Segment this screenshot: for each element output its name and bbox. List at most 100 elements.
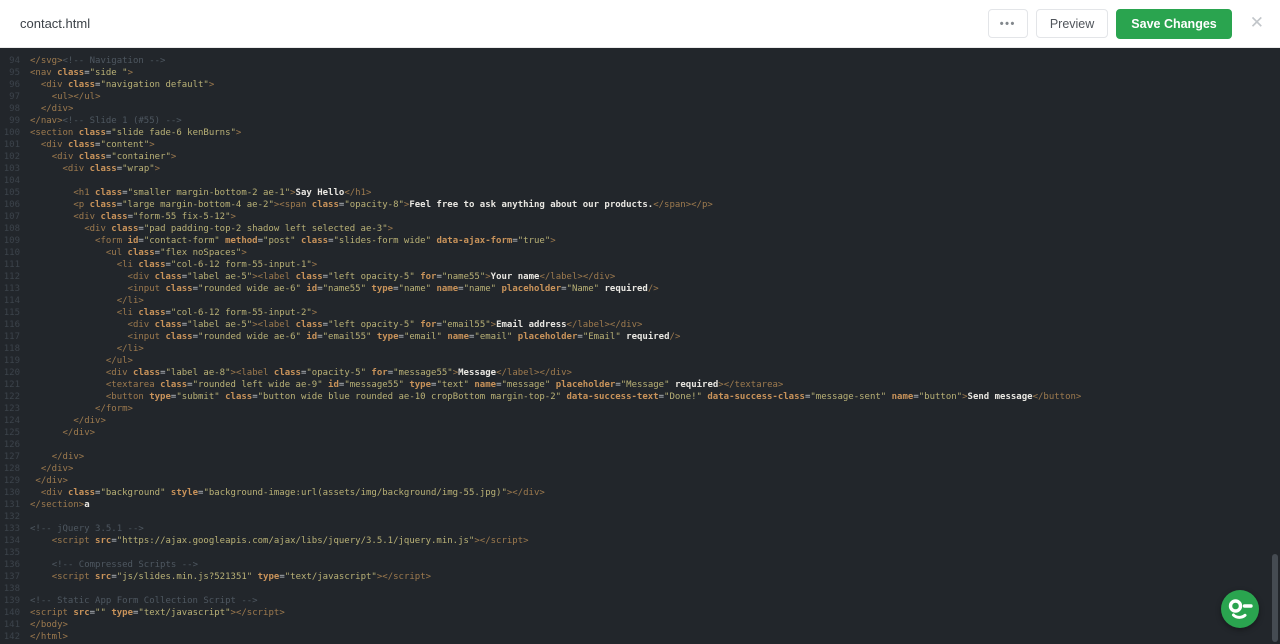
code-text: <ul class="flex noSpaces">	[30, 247, 247, 259]
line-number: 141	[0, 619, 20, 631]
code-line: 109 <form id="contact-form" method="post…	[0, 235, 1280, 247]
code-text: <div class="wrap">	[30, 163, 160, 175]
code-text: </div>	[30, 451, 84, 463]
line-number: 100	[0, 127, 20, 139]
code-text: <!-- Static App Form Collection Script -…	[30, 595, 258, 607]
code-line: 127 </div>	[0, 451, 1280, 463]
code-line: 99</nav><!-- Slide 1 (#55) -->	[0, 115, 1280, 127]
code-line: 140 <script src="" type="text/javascript"…	[0, 607, 1280, 619]
line-number: 95	[0, 67, 20, 79]
chat-face-icon	[1221, 590, 1259, 628]
code-line: 96 <div class="navigation default">	[0, 79, 1280, 91]
line-number: 140	[0, 607, 20, 619]
code-text: <section class="slide fade-6 kenBurns">	[30, 127, 241, 139]
line-number: 110	[0, 247, 20, 259]
code-line: 118 </li>	[0, 343, 1280, 355]
code-text: <ul></ul>	[30, 91, 100, 103]
code-text: <!-- Compressed Scripts -->	[30, 559, 198, 571]
line-number: 96	[0, 79, 20, 91]
code-text: </form>	[30, 403, 133, 415]
code-text: <input class="rounded wide ae-6" id="ema…	[30, 331, 680, 343]
line-number: 123	[0, 403, 20, 415]
code-line: 97 <ul></ul>	[0, 91, 1280, 103]
code-line: 114 </li>	[0, 295, 1280, 307]
line-number: 135	[0, 547, 20, 559]
close-icon: ✕	[1250, 13, 1264, 33]
code-text: <li class="col-6-12 form-55-input-2">	[30, 307, 317, 319]
line-number: 136	[0, 559, 20, 571]
code-line: 129 </div>	[0, 475, 1280, 487]
line-number: 128	[0, 463, 20, 475]
code-text: </div>	[30, 475, 68, 487]
preview-button[interactable]: Preview	[1036, 9, 1108, 38]
code-text: <script src="js/slides.min.js?521351" ty…	[30, 571, 431, 583]
code-text: <script src="https://ajax.googleapis.com…	[30, 535, 529, 547]
code-line: 123 </form>	[0, 403, 1280, 415]
chat-widget-button[interactable]	[1221, 590, 1259, 628]
code-line: 133<!-- jQuery 3.5.1 -->	[0, 523, 1280, 535]
line-number: 137	[0, 571, 20, 583]
line-number: 104	[0, 175, 20, 187]
code-line: 115 <li class="col-6-12 form-55-input-2"…	[0, 307, 1280, 319]
code-line: 111 <li class="col-6-12 form-55-input-1"…	[0, 259, 1280, 271]
code-text: <li class="col-6-12 form-55-input-1">	[30, 259, 317, 271]
line-number: 101	[0, 139, 20, 151]
save-changes-button[interactable]: Save Changes	[1116, 9, 1231, 39]
line-number: 103	[0, 163, 20, 175]
code-line: 122 <button type="submit" class="button …	[0, 391, 1280, 403]
code-text: <script src="" type="text/javascript"></…	[30, 607, 285, 619]
code-text: </html>	[30, 631, 68, 643]
code-line: 136 <!-- Compressed Scripts -->	[0, 559, 1280, 571]
code-line: 138	[0, 583, 1280, 595]
close-button[interactable]: ✕	[1250, 15, 1264, 32]
line-number: 113	[0, 283, 20, 295]
line-number: 107	[0, 211, 20, 223]
line-number: 142	[0, 631, 20, 643]
line-number: 132	[0, 511, 20, 523]
line-number: 125	[0, 427, 20, 439]
code-line: 101 <div class="content">	[0, 139, 1280, 151]
code-line: 119 </ul>	[0, 355, 1280, 367]
code-line: 139 <!-- Static App Form Collection Scrip…	[0, 595, 1280, 607]
code-editor[interactable]: 94</svg><!-- Navigation -->95<nav class=…	[0, 48, 1280, 644]
code-line: 128 </div>	[0, 463, 1280, 475]
code-text: <div class="label ae-5"><label class="le…	[30, 319, 642, 331]
code-line: 124 </div>	[0, 415, 1280, 427]
code-line: 142 </html>	[0, 631, 1280, 643]
line-number: 131	[0, 499, 20, 511]
file-title: contact.html	[20, 16, 90, 31]
line-number: 119	[0, 355, 20, 367]
line-number: 139	[0, 595, 20, 607]
code-text: <div class="label ae-5"><label class="le…	[30, 271, 615, 283]
code-line: 100 <section class="slide fade-6 kenBurns…	[0, 127, 1280, 139]
line-number: 109	[0, 235, 20, 247]
line-number: 94	[0, 55, 20, 67]
ellipsis-icon: •••	[1000, 18, 1016, 30]
code-line: 105 <h1 class="smaller margin-bottom-2 a…	[0, 187, 1280, 199]
line-number: 98	[0, 103, 20, 115]
code-lines: 94</svg><!-- Navigation -->95<nav class=…	[0, 55, 1280, 643]
code-text: <div class="pad padding-top-2 shadow lef…	[30, 223, 393, 235]
line-number: 116	[0, 319, 20, 331]
code-line: 125 </div>	[0, 427, 1280, 439]
code-text: <div class="form-55 fix-5-12">	[30, 211, 236, 223]
more-options-button[interactable]: •••	[988, 9, 1028, 38]
code-line: 134 <script src="https://ajax.googleapis…	[0, 535, 1280, 547]
line-number: 122	[0, 391, 20, 403]
code-text: <h1 class="smaller margin-bottom-2 ae-1"…	[30, 187, 371, 199]
code-line: 104	[0, 175, 1280, 187]
code-line: 102 <div class="container">	[0, 151, 1280, 163]
header-actions: ••• Preview Save Changes ✕	[988, 9, 1264, 39]
code-line: 94</svg><!-- Navigation -->	[0, 55, 1280, 67]
line-number: 117	[0, 331, 20, 343]
code-line: 132	[0, 511, 1280, 523]
header-bar: contact.html ••• Preview Save Changes ✕	[0, 0, 1280, 48]
scrollbar-thumb[interactable]	[1272, 554, 1278, 642]
code-line: 110 <ul class="flex noSpaces">	[0, 247, 1280, 259]
code-line: 120 <div class="label ae-8"><label class…	[0, 367, 1280, 379]
line-number: 108	[0, 223, 20, 235]
code-text: </div>	[30, 415, 106, 427]
code-text: </div>	[30, 103, 73, 115]
line-number: 138	[0, 583, 20, 595]
line-number: 127	[0, 451, 20, 463]
